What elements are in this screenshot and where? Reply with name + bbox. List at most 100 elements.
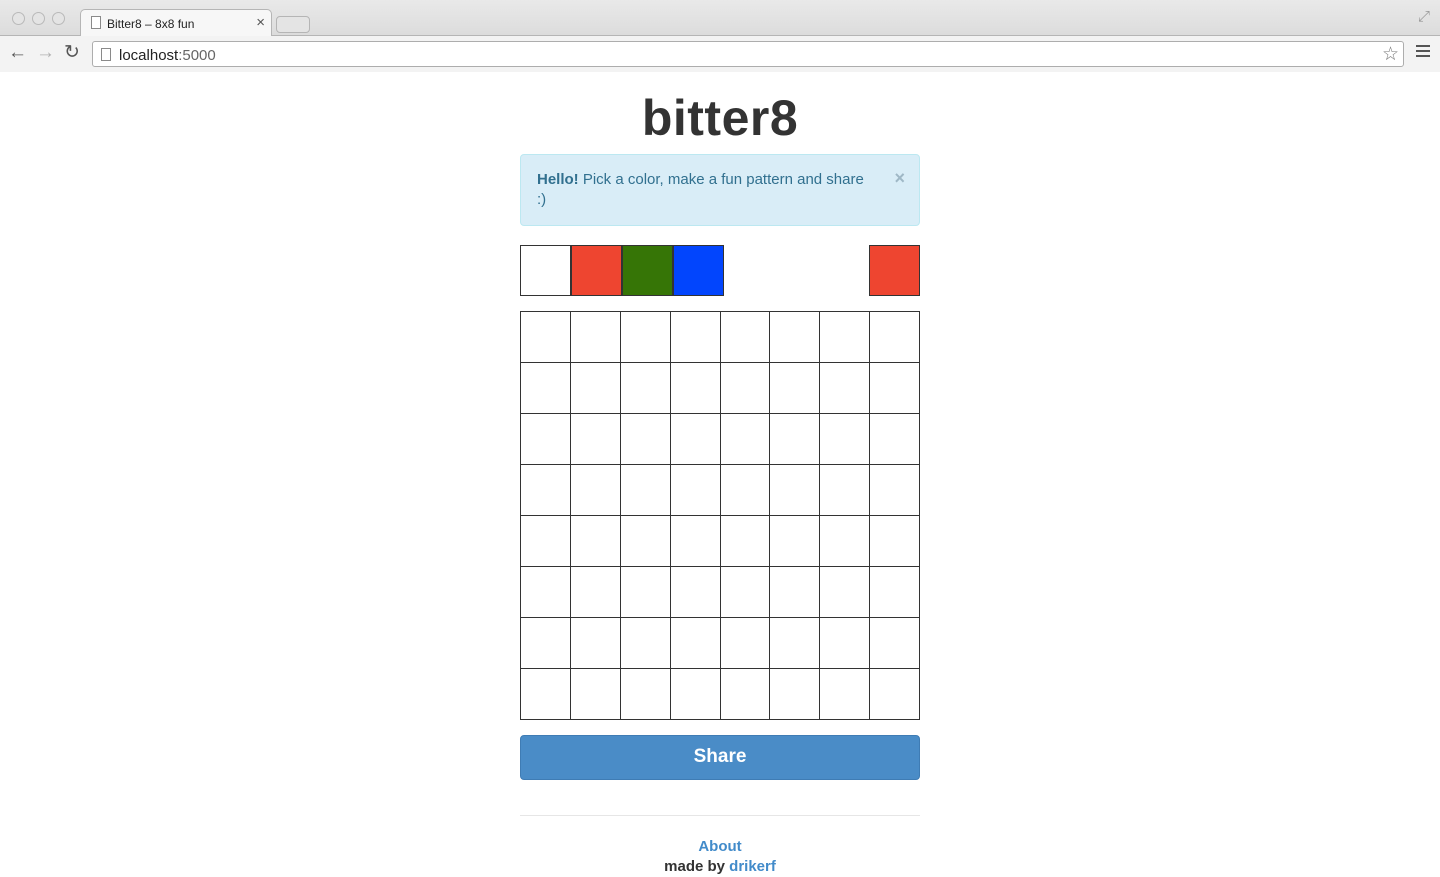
welcome-alert: Hello! Pick a color, make a fun pattern … xyxy=(520,154,920,226)
grid-cell[interactable] xyxy=(820,516,871,567)
grid-cell[interactable] xyxy=(670,465,721,516)
grid-cell[interactable] xyxy=(570,567,621,618)
selected-color-indicator xyxy=(869,245,920,296)
fullscreen-icon[interactable]: ⤢ xyxy=(1418,8,1430,25)
grid-cell[interactable] xyxy=(820,414,871,465)
grid-cell[interactable] xyxy=(620,363,671,414)
grid-cell[interactable] xyxy=(521,414,571,465)
grid-cell[interactable] xyxy=(670,567,721,618)
grid-cell[interactable] xyxy=(620,669,671,720)
grid-cell[interactable] xyxy=(770,567,821,618)
minimize-window-button[interactable] xyxy=(32,12,45,25)
grid-cell[interactable] xyxy=(820,363,871,414)
grid-cell[interactable] xyxy=(620,312,671,363)
grid-cell[interactable] xyxy=(670,312,721,363)
pixel-grid xyxy=(520,311,920,720)
grid-cell[interactable] xyxy=(670,414,721,465)
author-link[interactable]: drikerf xyxy=(729,858,776,875)
grid-cell[interactable] xyxy=(870,312,920,363)
color-swatch-blue[interactable] xyxy=(673,245,724,296)
address-bar[interactable]: localhost:5000 ☆ xyxy=(92,41,1404,67)
grid-cell[interactable] xyxy=(870,567,920,618)
grid-cell[interactable] xyxy=(870,516,920,567)
divider xyxy=(520,815,920,816)
grid-cell[interactable] xyxy=(670,516,721,567)
grid-cell[interactable] xyxy=(720,618,771,669)
grid-cell[interactable] xyxy=(570,312,621,363)
color-swatch-green[interactable] xyxy=(622,245,673,296)
new-tab-button[interactable] xyxy=(276,16,310,33)
grid-cell[interactable] xyxy=(720,363,771,414)
grid-cell[interactable] xyxy=(570,618,621,669)
grid-cell[interactable] xyxy=(770,312,821,363)
close-tab-icon[interactable]: × xyxy=(256,14,265,32)
url-text: localhost:5000 xyxy=(119,47,216,64)
grid-cell[interactable] xyxy=(670,618,721,669)
page-icon xyxy=(91,16,101,29)
grid-cell[interactable] xyxy=(521,618,571,669)
alert-strong: Hello! xyxy=(537,171,579,188)
grid-cell[interactable] xyxy=(570,363,621,414)
grid-cell[interactable] xyxy=(521,669,571,720)
page-icon xyxy=(101,48,111,61)
grid-cell[interactable] xyxy=(521,516,571,567)
grid-cell[interactable] xyxy=(720,669,771,720)
grid-cell[interactable] xyxy=(770,363,821,414)
bookmark-star-icon[interactable]: ☆ xyxy=(1382,43,1399,66)
grid-cell[interactable] xyxy=(720,465,771,516)
grid-cell[interactable] xyxy=(521,465,571,516)
color-swatch-red[interactable] xyxy=(571,245,622,296)
grid-cell[interactable] xyxy=(820,618,871,669)
about-link[interactable]: About xyxy=(698,838,741,855)
grid-cell[interactable] xyxy=(720,567,771,618)
grid-cell[interactable] xyxy=(770,516,821,567)
zoom-window-button[interactable] xyxy=(52,12,65,25)
grid-cell[interactable] xyxy=(820,312,871,363)
grid-cell[interactable] xyxy=(770,669,821,720)
reload-icon[interactable]: ↻ xyxy=(64,41,80,65)
grid-cell[interactable] xyxy=(870,465,920,516)
close-icon[interactable]: × xyxy=(894,168,905,188)
page-content: bitter8 Hello! Pick a color, make a fun … xyxy=(0,73,1440,877)
made-by-text: made by xyxy=(664,858,730,875)
grid-cell[interactable] xyxy=(870,669,920,720)
grid-cell[interactable] xyxy=(620,414,671,465)
color-swatch-white[interactable] xyxy=(520,245,571,296)
grid-cell[interactable] xyxy=(720,516,771,567)
forward-icon[interactable]: → xyxy=(36,41,55,65)
grid-cell[interactable] xyxy=(820,567,871,618)
browser-toolbar: ← → ↻ localhost:5000 ☆ xyxy=(0,36,1440,72)
grid-cell[interactable] xyxy=(820,669,871,720)
menu-icon[interactable] xyxy=(1416,45,1430,60)
grid-cell[interactable] xyxy=(820,465,871,516)
grid-cell[interactable] xyxy=(670,363,721,414)
grid-cell[interactable] xyxy=(620,516,671,567)
grid-cell[interactable] xyxy=(870,363,920,414)
grid-cell[interactable] xyxy=(670,669,721,720)
grid-cell[interactable] xyxy=(620,567,671,618)
grid-cell[interactable] xyxy=(570,465,621,516)
share-button[interactable]: Share xyxy=(520,735,920,780)
grid-cell[interactable] xyxy=(521,363,571,414)
browser-tab[interactable]: Bitter8 – 8x8 fun × xyxy=(80,9,272,37)
grid-cell[interactable] xyxy=(720,312,771,363)
grid-cell[interactable] xyxy=(521,312,571,363)
grid-cell[interactable] xyxy=(720,414,771,465)
grid-cell[interactable] xyxy=(870,414,920,465)
grid-cell[interactable] xyxy=(570,669,621,720)
grid-cell[interactable] xyxy=(870,618,920,669)
grid-cell[interactable] xyxy=(521,567,571,618)
grid-cell[interactable] xyxy=(570,516,621,567)
grid-cell[interactable] xyxy=(620,465,671,516)
alert-text: Pick a color, make a fun pattern and sha… xyxy=(537,171,864,208)
grid-cell[interactable] xyxy=(570,414,621,465)
color-palette xyxy=(520,245,920,296)
grid-cell[interactable] xyxy=(770,618,821,669)
grid-cell[interactable] xyxy=(770,414,821,465)
close-window-button[interactable] xyxy=(12,12,25,25)
footer: About made by drikerf xyxy=(520,837,920,877)
grid-cell[interactable] xyxy=(770,465,821,516)
grid-cell[interactable] xyxy=(620,618,671,669)
page-title: bitter8 xyxy=(641,90,799,146)
back-icon[interactable]: ← xyxy=(8,41,27,65)
